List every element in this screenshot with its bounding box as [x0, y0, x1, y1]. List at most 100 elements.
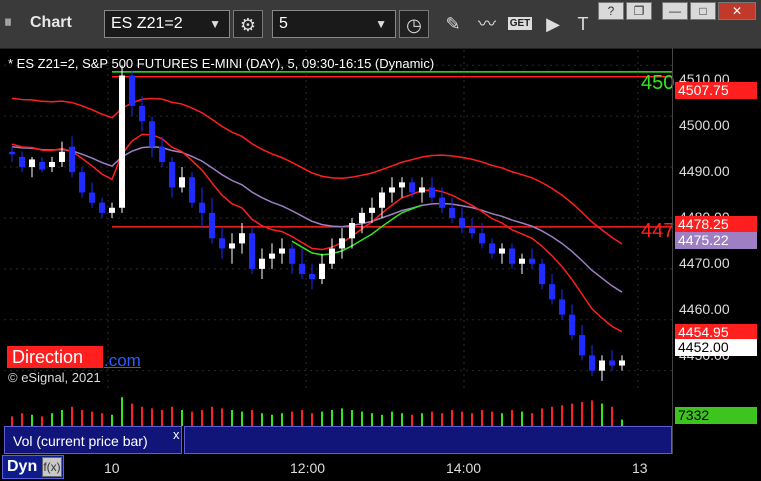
candle-body [379, 192, 385, 208]
candle-body [59, 151, 65, 162]
volume-bar [441, 413, 443, 426]
maximize-button[interactable]: □ [690, 2, 716, 20]
volume-bar [451, 410, 453, 426]
time-tick: 10 [104, 460, 120, 476]
price-tick: 4500.00 [679, 117, 730, 133]
close-icon[interactable]: x [173, 427, 180, 442]
candle-body [29, 159, 35, 168]
volume-bar [551, 406, 553, 426]
volume-bar [81, 410, 83, 426]
candle-body [439, 197, 445, 208]
volume-bar [371, 413, 373, 426]
chevron-down-icon[interactable]: ▼ [209, 11, 221, 37]
candle-body [259, 258, 265, 269]
play-icon: ▶ [546, 14, 560, 34]
volume-bar [41, 416, 43, 426]
candle-body [579, 335, 585, 356]
price-tick: 4490.00 [679, 163, 730, 179]
candle-body [499, 248, 505, 254]
volume-bar [261, 413, 263, 426]
volume-bar [411, 414, 413, 426]
close-button[interactable]: ✕ [718, 2, 756, 20]
settings-gear-button[interactable]: ⚙ [233, 10, 263, 38]
volume-bar [471, 413, 473, 426]
grip-icon[interactable]: ⏸ [4, 14, 12, 32]
volume-bar [381, 414, 383, 426]
volume-bar [421, 413, 423, 426]
candle-body [39, 161, 45, 170]
candle-body [509, 248, 515, 264]
studies-button[interactable]: 〰 [472, 10, 502, 38]
volume-bar [131, 403, 133, 426]
candle-body [339, 238, 345, 249]
interval-input[interactable]: 5 ▼ [272, 10, 396, 38]
volume-bar [161, 410, 163, 426]
volume-bar [351, 410, 353, 426]
volume-bar [281, 413, 283, 426]
text-tool-button[interactable]: T [568, 10, 598, 38]
clock-icon: ◷ [406, 15, 422, 35]
draw-button[interactable]: ✎ [438, 10, 468, 38]
chevron-down-icon[interactable]: ▼ [375, 11, 387, 37]
time-tick: 13 [632, 460, 648, 476]
interval-value: 5 [279, 15, 288, 32]
direction-badge: Direction [7, 346, 103, 368]
symbol-input[interactable]: ES Z21=2 ▼ [104, 10, 230, 38]
chart-window: ⏸ Chart ES Z21=2 ▼ ⚙ 5 ▼ ◷ ✎ 〰 GET ▶ T ?… [0, 0, 761, 481]
candle-body [319, 263, 325, 280]
green-line-label: 450 [641, 72, 675, 94]
volume-bar [591, 400, 593, 426]
candle-body [179, 177, 185, 188]
candle-body [119, 75, 125, 208]
volume-bar [291, 411, 293, 426]
volume-bar [481, 410, 483, 426]
price-chart[interactable] [4, 50, 672, 391]
volume-bar [301, 410, 303, 426]
play-button[interactable]: ▶ [538, 10, 568, 38]
price-tag-upper-red: 4507.75 [675, 82, 757, 99]
pencil-icon: ✎ [445, 14, 461, 34]
candle-body [169, 161, 175, 188]
volume-bar [521, 411, 523, 426]
candle-body [449, 207, 455, 218]
candle-body [479, 233, 485, 244]
volume-chart[interactable] [4, 392, 672, 426]
candle-body [199, 202, 205, 213]
candle-body [49, 161, 55, 168]
volume-bar [511, 410, 513, 426]
formula-icon[interactable]: f(x) [42, 457, 62, 477]
price-tag-line-red: 4478.25 [675, 216, 757, 233]
volume-bar [191, 411, 193, 426]
volume-study-label[interactable]: Vol (current price bar) x [4, 426, 182, 454]
minimize-button[interactable]: — [662, 2, 688, 20]
candle-body [309, 273, 315, 280]
candle-body [459, 217, 465, 229]
pane-divider [672, 48, 673, 456]
volume-bar [601, 403, 603, 426]
candle-body [469, 228, 475, 234]
help-button[interactable]: ? [598, 2, 624, 20]
website-link[interactable]: .com [104, 351, 141, 371]
restore-button[interactable]: ❐ [626, 2, 652, 20]
candle-body [139, 105, 145, 122]
candle-body [129, 75, 135, 106]
volume-bar [431, 411, 433, 426]
get-label: GET [507, 17, 533, 30]
volume-bar [251, 410, 253, 426]
candle-body [249, 233, 255, 269]
red-line-label: 447 [641, 220, 675, 242]
volume-bar [541, 408, 543, 426]
candle-body [559, 299, 565, 315]
volume-bar [391, 411, 393, 426]
get-button[interactable]: GET [506, 10, 534, 38]
volume-bar [271, 414, 273, 426]
price-tag-purple: 4475.22 [675, 232, 757, 249]
volume-bar [61, 410, 63, 426]
candle-body [159, 146, 165, 162]
candle-body [109, 207, 115, 213]
volume-bar [491, 411, 493, 426]
volume-bar [221, 408, 223, 426]
volume-tag: 7332 [675, 407, 757, 424]
time-button[interactable]: ◷ [399, 10, 429, 38]
candle-body [569, 314, 575, 336]
